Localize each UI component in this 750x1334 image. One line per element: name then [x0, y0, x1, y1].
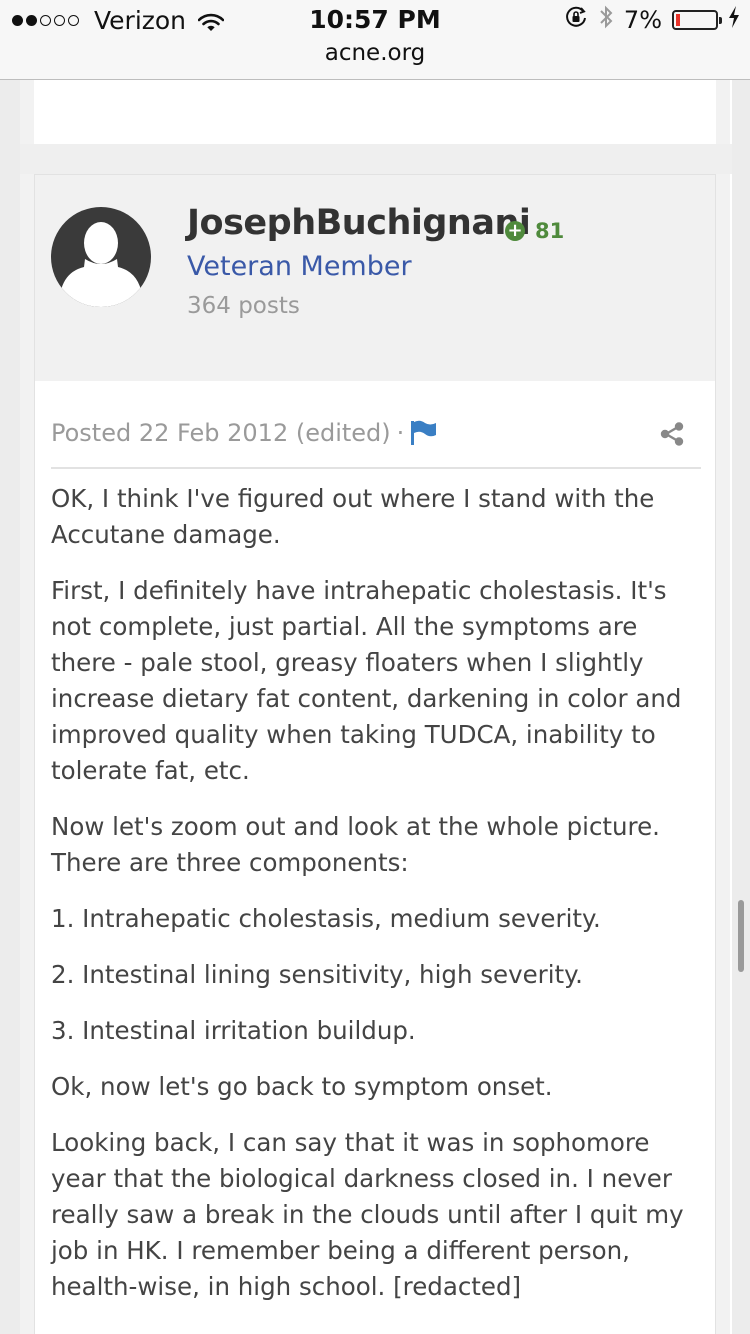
- post-paragraph: 2. Intestinal lining sensitivity, high s…: [51, 960, 583, 989]
- meta-divider: [51, 467, 701, 469]
- post-paragraph: 3. Intestinal irritation buildup.: [51, 1016, 416, 1045]
- author-info-box: JosephBuchignani + 81 Veteran Member 364…: [35, 175, 715, 381]
- battery-percent: 7%: [623, 6, 662, 34]
- bluetooth-icon: [598, 4, 614, 36]
- scrollbar-thumb[interactable]: [738, 900, 744, 972]
- post-paragraph: OK, I think I've figured out where I sta…: [51, 484, 655, 549]
- post-paragraph: First, I definitely have intrahepatic ch…: [51, 576, 682, 785]
- url-bar[interactable]: acne.org: [0, 40, 750, 66]
- share-icon[interactable]: [659, 421, 685, 447]
- browser-top-bar: Verizon 10:57 PM 7% acne.org: [0, 0, 750, 80]
- flag-icon[interactable]: [410, 420, 438, 446]
- post-paragraph: Ok, now let's go back to symptom onset.: [51, 1072, 553, 1101]
- post-separator: [20, 144, 732, 174]
- status-right: 7%: [554, 4, 740, 36]
- plus-circle-icon: +: [505, 221, 525, 241]
- forum-post: JosephBuchignani + 81 Veteran Member 364…: [34, 174, 716, 1334]
- post-paragraph: Now let's zoom out and look at the whole…: [51, 812, 660, 877]
- default-avatar-icon[interactable]: [51, 207, 151, 307]
- post-paragraph: Looking back, I can say that it was in s…: [51, 1128, 684, 1301]
- meta-separator: ·: [396, 419, 405, 447]
- previous-post-bottom: [34, 80, 716, 144]
- post-meta: Posted 22 Feb 2012 (edited) ·: [51, 413, 701, 453]
- column-border-right: [716, 80, 730, 1334]
- posted-date: Posted 22 Feb 2012 (edited): [51, 419, 391, 447]
- battery-icon: [672, 10, 722, 30]
- reputation-count: 81: [535, 219, 565, 243]
- column-border-left: [20, 80, 34, 1334]
- orientation-lock-icon: [564, 5, 588, 35]
- author-name[interactable]: JosephBuchignani: [187, 203, 531, 243]
- charging-bolt-icon: [728, 6, 740, 34]
- post-paragraph: 1. Intrahepatic cholestasis, medium seve…: [51, 904, 601, 933]
- member-title: Veteran Member: [187, 251, 412, 282]
- post-content: OK, I think I've figured out where I sta…: [51, 481, 701, 1325]
- post-count: 364 posts: [187, 293, 300, 319]
- reputation-badge: + 81: [505, 219, 564, 243]
